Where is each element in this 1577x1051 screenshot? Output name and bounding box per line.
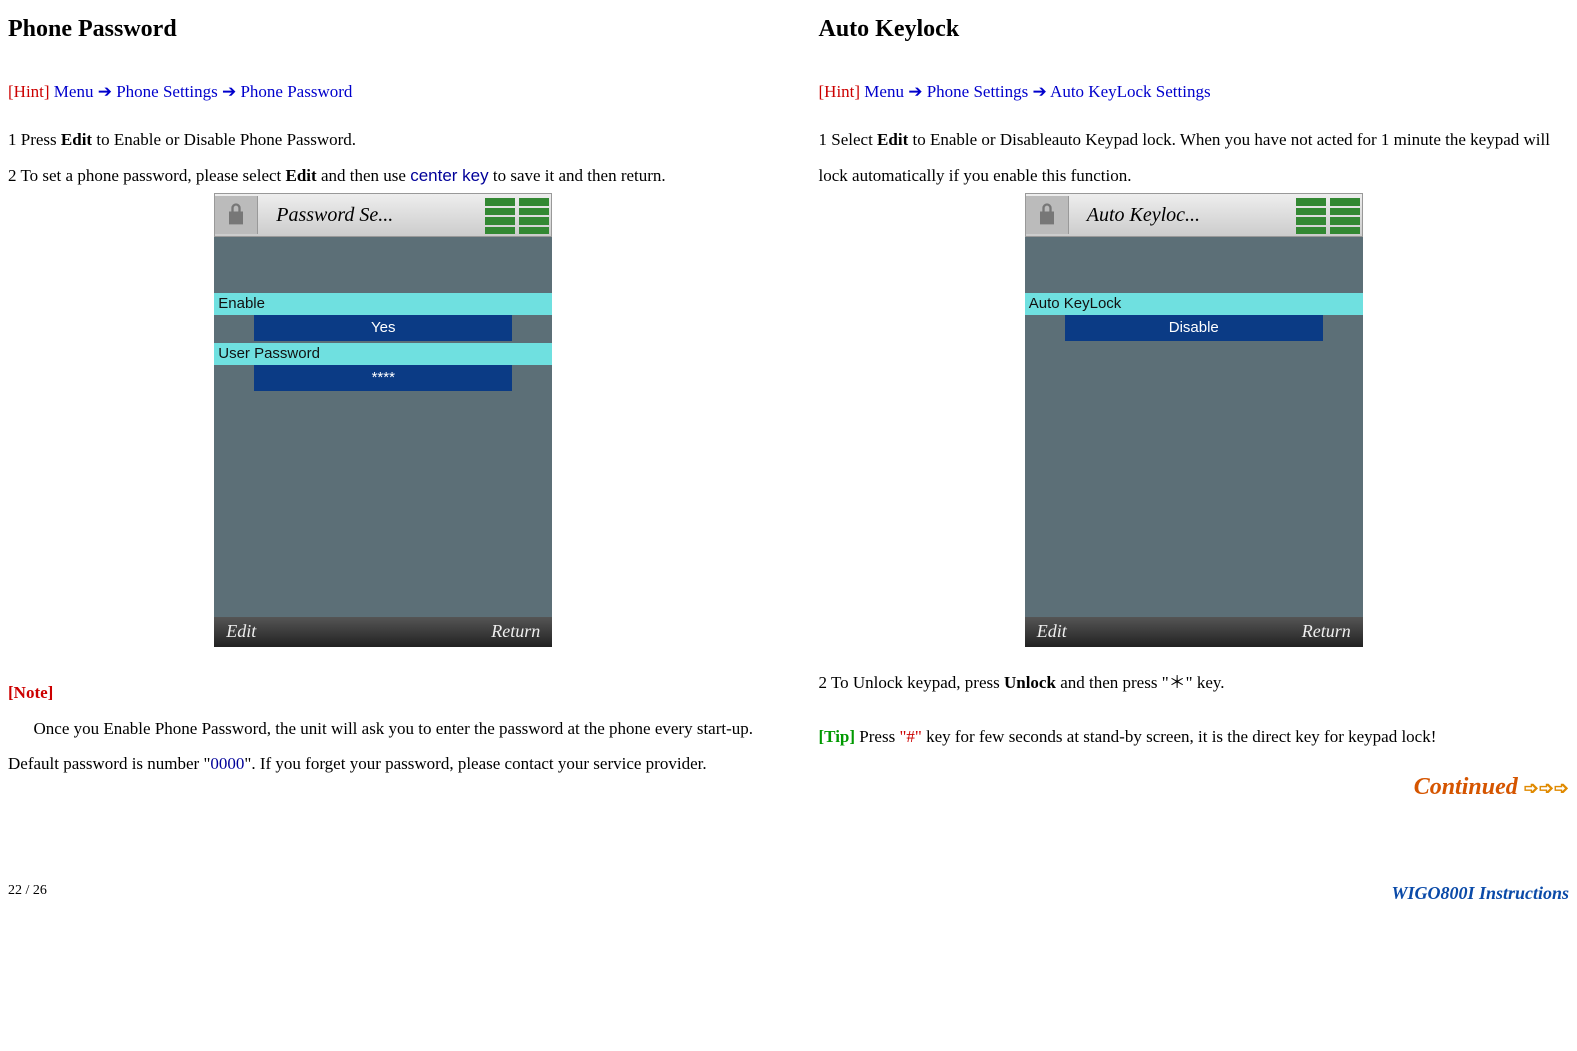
softkey-left: Edit [1037, 621, 1067, 643]
step-text: to Enable or Disableauto Keypad lock. Wh… [819, 130, 1550, 185]
step-number: 1 [8, 130, 17, 149]
step-bold: Edit [61, 130, 92, 149]
screenshot-body: Auto KeyLock Disable [1025, 237, 1363, 617]
softkey-right: Return [491, 621, 540, 643]
hint-label: [Hint] [819, 82, 861, 101]
right-step-2: 2 To Unlock keypad, press Unlock and the… [819, 665, 1570, 701]
tip-label: [Tip] [819, 727, 856, 746]
screenshot-title: Password Se... [258, 203, 483, 227]
tip-text: key for few seconds at stand-by screen, … [922, 727, 1437, 746]
step-text: Press [17, 130, 61, 149]
lock-icon [1026, 196, 1069, 234]
softkey-left: Edit [226, 621, 256, 643]
step-text: to Enable or Disable Phone Password. [92, 130, 356, 149]
softkey-right: Return [1302, 621, 1351, 643]
battery-icon [1294, 194, 1328, 236]
screenshot-keylock: Auto Keyloc... Auto KeyLock Disable Edit… [1025, 193, 1363, 647]
right-hint: [Hint] Menu ➔ Phone Settings ➔ Auto KeyL… [819, 74, 1570, 110]
continued-text: Continued [1414, 774, 1524, 800]
step-bold: Edit [286, 166, 317, 185]
note-part: ". If you forget your password, please c… [244, 754, 706, 773]
default-password: 0000 [210, 754, 244, 773]
hint-path: Menu ➔ Phone Settings ➔ Phone Password [54, 82, 353, 101]
tip-text: Press [855, 727, 899, 746]
left-step-1: 1 Press Edit to Enable or Disable Phone … [8, 122, 759, 158]
continued: Continued ➩➩➩ [819, 762, 1570, 812]
step-text: To Unlock keypad, press [827, 673, 1004, 692]
screenshot-body: Enable Yes User Password **** [214, 237, 552, 617]
step-text: Select [827, 130, 877, 149]
field-keylock-label: Auto KeyLock [1025, 293, 1363, 315]
screenshot-title: Auto Keyloc... [1069, 203, 1294, 227]
note-text: Once you Enable Phone Password, the unit… [8, 711, 759, 782]
battery-icon [1328, 194, 1362, 236]
screenshot-softkeys: Edit Return [214, 617, 552, 647]
step-number: 2 [8, 166, 17, 185]
tip-line: [Tip] Press "#" key for few seconds at s… [819, 719, 1570, 755]
hash-key: "#" [899, 727, 921, 746]
arrow-right-icon: ➩➩➩ [1524, 778, 1569, 798]
screenshot-titlebar: Auto Keyloc... [1025, 193, 1363, 237]
center-key-text: center key [410, 166, 488, 185]
battery-icon [517, 194, 551, 236]
field-keylock-value: Disable [1065, 315, 1323, 341]
page-footer: 22 / 26 WIGO800I Instructions [8, 883, 1569, 904]
hint-path: Menu ➔ Phone Settings ➔ Auto KeyLock Set… [864, 82, 1210, 101]
right-step-1: 1 Select Edit to Enable or Disableauto K… [819, 122, 1570, 193]
step-bold: Unlock [1004, 673, 1056, 692]
left-heading: Phone Password [8, 4, 759, 54]
step-bold: Edit [877, 130, 908, 149]
hint-label: [Hint] [8, 82, 50, 101]
step-number: 2 [819, 673, 828, 692]
left-hint: [Hint] Menu ➔ Phone Settings ➔ Phone Pas… [8, 74, 759, 110]
right-heading: Auto Keylock [819, 4, 1570, 54]
field-password-label: User Password [214, 343, 552, 365]
screenshot-password: Password Se... Enable Yes User Password … [214, 193, 552, 647]
page-number: 22 / 26 [8, 883, 47, 904]
note-label: [Note] [8, 675, 759, 711]
step-text: and then use [317, 166, 410, 185]
right-column: Auto Keylock [Hint] Menu ➔ Phone Setting… [819, 4, 1570, 813]
step-text: and then press "＊" key. [1056, 673, 1225, 692]
step-text: to save it and then return. [489, 166, 666, 185]
battery-icon [483, 194, 517, 236]
field-enable-label: Enable [214, 293, 552, 315]
screenshot-titlebar: Password Se... [214, 193, 552, 237]
left-column: Phone Password [Hint] Menu ➔ Phone Setti… [8, 4, 759, 813]
doc-title: WIGO800I Instructions [1391, 883, 1569, 904]
screenshot-softkeys: Edit Return [1025, 617, 1363, 647]
step-number: 1 [819, 130, 828, 149]
lock-icon [215, 196, 258, 234]
field-enable-value: Yes [254, 315, 512, 341]
field-password-value: **** [254, 365, 512, 391]
left-step-2: 2 To set a phone password, please select… [8, 158, 759, 194]
step-text: To set a phone password, please select [17, 166, 286, 185]
